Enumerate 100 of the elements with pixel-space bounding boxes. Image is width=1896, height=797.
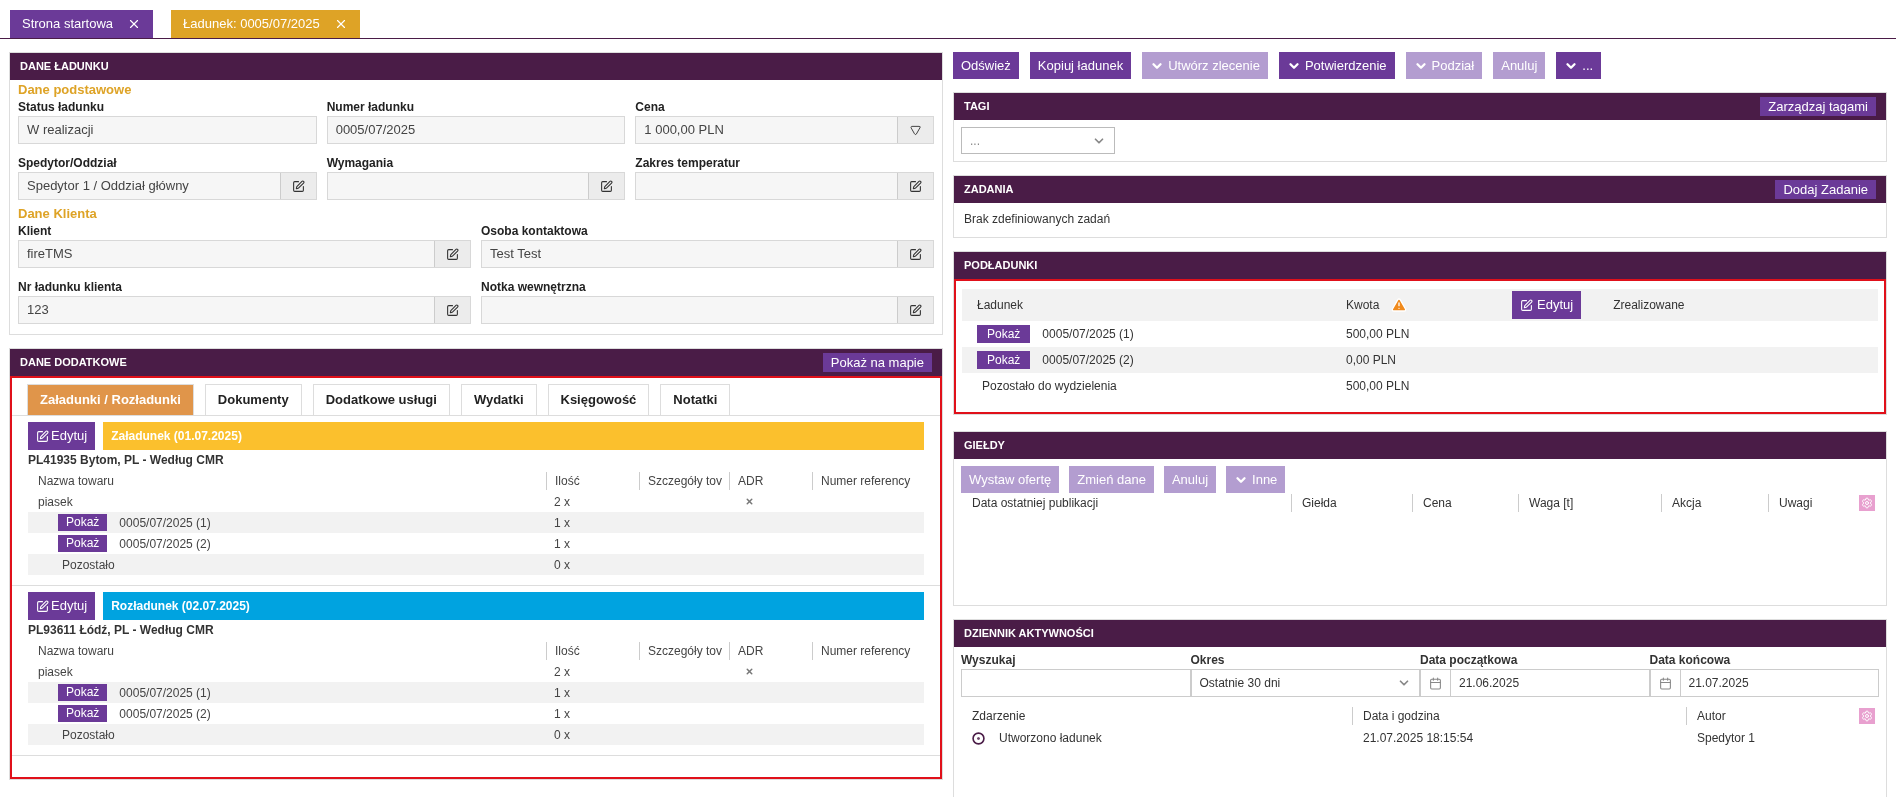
column-header: Data i godzina [1352,707,1686,725]
table-cell-text: Pozostało do wydzielenia [981,378,1117,395]
table-cell-text: 1 x [553,514,571,532]
toolbar-button[interactable]: Odśwież [953,52,1019,79]
edit-button[interactable]: Edytuj [1512,291,1582,319]
table-cell-text: Pozostało [61,556,115,574]
column-header: Zdarzenie [971,708,1027,725]
toolbar-button[interactable]: Potwierdzenie [1278,52,1395,79]
table-cell-text: 0005/07/2025 (1) [119,684,211,702]
show-button[interactable]: Pokaż [58,684,108,701]
edit-button[interactable] [897,173,933,199]
edit-button[interactable]: Edytuj [28,592,96,620]
pencil-icon [446,303,459,317]
table-cell-text: 0 x [553,556,571,574]
table-cell-text: 500,00 PLN [1346,326,1410,343]
column-header: Ładunek [976,297,1025,314]
edit-button[interactable] [279,173,316,199]
field-label: Okres [1190,652,1226,669]
show-button[interactable]: Pokaż [977,325,1031,343]
input-field[interactable]: 1 000,00 PLN [635,116,934,144]
column-header: Zrealizowane [1612,297,1685,314]
tab[interactable]: Dokumenty [204,384,302,415]
column-header: Szczegóły tov [639,641,729,660]
column-header: Ilość [546,641,639,660]
input-field[interactable] [326,172,626,200]
column-header: Giełda [1291,494,1412,512]
column-header: Szczegóły tov [639,471,729,490]
table-cell-text: 0 x [553,726,571,744]
edit-button[interactable]: Edytuj [28,422,96,450]
edit-button[interactable] [897,241,933,267]
toolbar-button[interactable]: Kopiuj ładunek [1029,52,1132,79]
table-cell-text: 0005/07/2025 (1) [119,514,211,532]
triangle-icon [910,124,921,136]
input-field[interactable]: 0005/07/2025 [326,116,626,144]
panel-title: PODŁADUNKI [964,258,1038,274]
tag-select[interactable]: ... [961,127,1115,154]
table-cell-text: 2 x [553,663,571,681]
tab[interactable]: Notatki [660,384,731,415]
column-header: Kwota [1346,297,1380,314]
warning-icon [1391,297,1408,313]
column-header: ADR [729,641,812,660]
header-button[interactable]: Zarządzaj tagami [1760,97,1876,116]
table-cell-text: piasek [37,493,73,511]
field-label: Data początkowa [1420,652,1519,669]
tab[interactable]: Strona startowa [10,10,154,38]
table-cell-text: 1 x [553,705,571,723]
pencil-icon [600,179,614,193]
stop-title-bar: Rozładunek (02.07.2025) [103,592,924,620]
table-cell-text: piasek [37,663,73,681]
pencil-icon [909,179,922,193]
stop-address: PL93611 Łódź, PL - Według CMR [28,622,215,639]
section-heading: Dane podstawowe [18,81,133,98]
header-button[interactable]: Dodaj Zadanie [1775,180,1876,199]
edit-button[interactable] [434,297,470,323]
edit-button[interactable] [897,297,933,323]
panel-title: ZADANIA [964,182,1014,198]
field-label: Numer ładunku [326,99,415,116]
header-button[interactable]: Pokaż na mapie [822,353,932,372]
tab[interactable]: Dodatkowe usługi [312,384,450,415]
calendar-icon[interactable] [1429,676,1442,690]
field-label: Cena [635,99,666,116]
show-button[interactable]: Pokaż [977,351,1031,369]
table-cell-text: Utworzono ładunek [999,730,1102,747]
stop-title-bar: Załadunek (01.07.2025) [103,422,924,450]
table-cell-text: 500,00 PLN [1346,378,1410,395]
field-label: Klient [18,223,53,240]
input-field[interactable] [961,669,1191,697]
show-button[interactable]: Pokaż [58,514,108,531]
input-field[interactable]: W realizacji [18,116,317,144]
field-label: Notka wewnętrzna [481,279,587,296]
table-cell-text: 1 x [553,535,571,553]
column-header: Numer referency [812,471,924,490]
field-label: Osoba kontaktowa [481,223,589,240]
table-cell-text: Pozostało [61,726,115,744]
input-field[interactable]: fireTMS [18,240,471,268]
input-field[interactable] [481,296,934,324]
field-label: Nr ładunku klienta [18,279,124,296]
tab[interactable]: Księgowość [547,384,650,415]
table-cell-text: 0005/07/2025 (2) [119,705,211,723]
event-icon [972,731,985,745]
column-header: Data ostatniej publikacji [971,495,1100,512]
tab[interactable]: Wydatki [460,384,537,415]
input-field[interactable]: Ostatnie 30 dni [1190,669,1420,697]
edit-button[interactable] [588,173,625,199]
calendar-icon[interactable] [1658,676,1672,690]
column-header: Waga [t] [1518,494,1661,512]
input-field[interactable] [635,172,934,200]
input-field[interactable]: 21.06.2025 [1420,669,1650,697]
input-field[interactable]: 21.07.2025 [1649,669,1879,697]
dropdown-button[interactable] [897,117,933,143]
show-button[interactable]: Pokaż [58,535,108,552]
edit-button[interactable] [434,241,470,267]
input-field[interactable]: 123 [18,296,471,324]
pencil-icon [909,303,922,317]
input-field[interactable]: Spedytor 1 / Oddział główny [18,172,317,200]
input-field[interactable]: Test Test [481,240,934,268]
show-button[interactable]: Pokaż [58,705,108,722]
toolbar-button[interactable]: ... [1556,52,1602,79]
table-cell-text: 2 x [553,493,571,511]
pencil-icon [36,429,49,443]
